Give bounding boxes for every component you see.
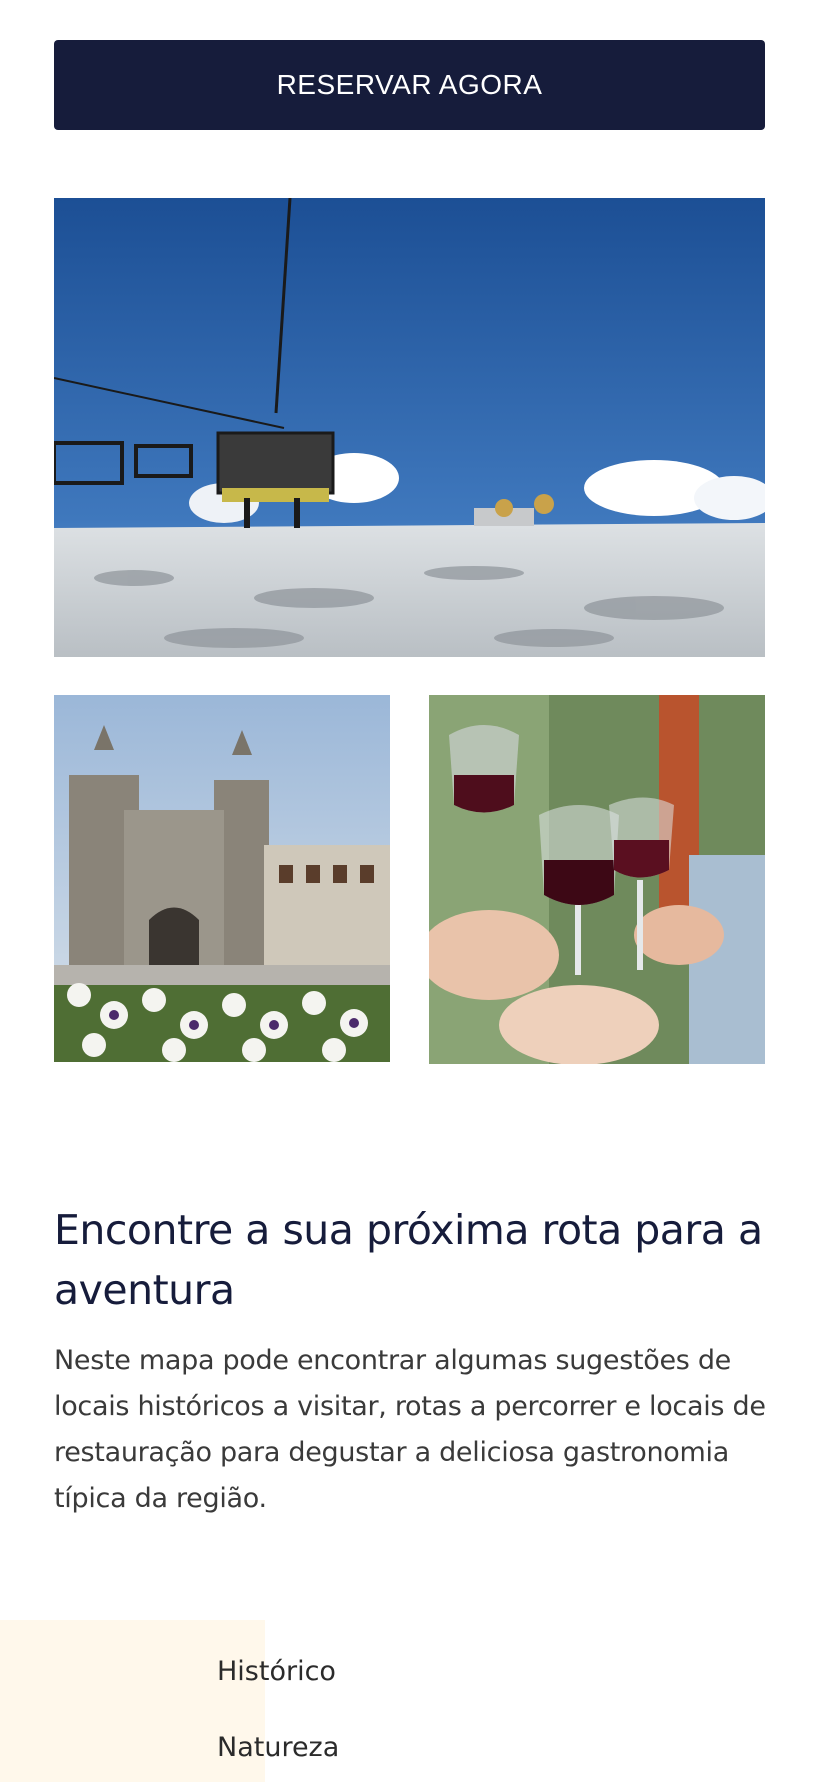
reserve-now-button[interactable]: RESERVAR AGORA — [54, 40, 765, 130]
filter-item-historico[interactable]: Histórico — [217, 1656, 336, 1687]
filter-item-natureza[interactable]: Natureza — [217, 1732, 339, 1763]
section-description: Neste mapa pode encontrar algumas sugest… — [54, 1345, 766, 1514]
wine-toast-photo — [429, 695, 765, 1064]
cathedral-photo — [54, 695, 390, 1062]
section-heading: Encontre a sua próxima rota para a avent… — [54, 1206, 763, 1314]
ski-lift-snow-photo — [54, 198, 765, 657]
